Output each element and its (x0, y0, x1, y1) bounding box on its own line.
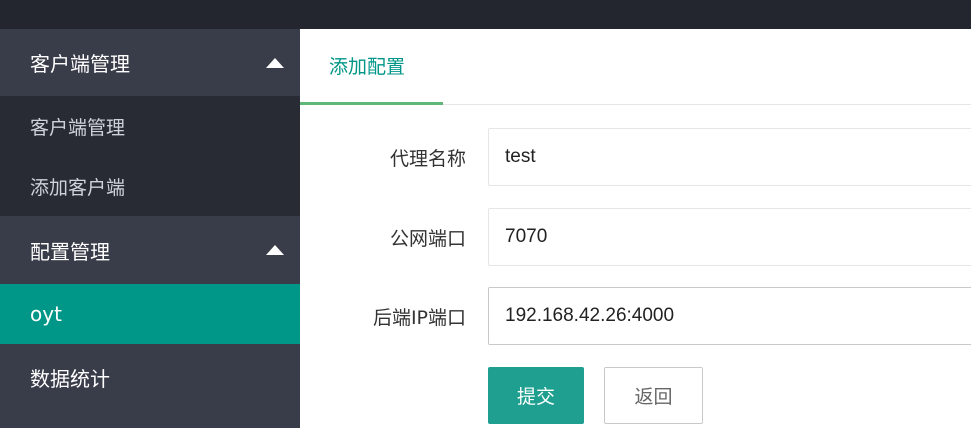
nav-group-client-management[interactable]: 客户端管理 (0, 29, 300, 96)
nav-group-label: 数据统计 (30, 367, 110, 391)
main-content: 添加配置 代理名称 公网端口 后端IP端口 提交 返回 (300, 29, 971, 428)
nav-group-statistics[interactable]: 数据统计 (0, 344, 300, 411)
sidebar-item-label: oyt (30, 302, 62, 326)
tab-bar: 添加配置 (300, 29, 971, 105)
back-button[interactable]: 返回 (604, 367, 703, 424)
proxy-name-label: 代理名称 (389, 147, 466, 170)
submenu-client-management: 客户端管理 添加客户端 (0, 96, 300, 216)
form-row-backend-ip-port: 后端IP端口 (300, 287, 971, 345)
public-port-input[interactable] (488, 208, 971, 266)
form-row-proxy-name: 代理名称 (300, 128, 971, 186)
sidebar-item-label: 客户端管理 (30, 116, 126, 139)
backend-ip-port-input[interactable] (488, 287, 971, 345)
caret-up-icon (266, 245, 284, 255)
top-header-bar (0, 0, 971, 29)
sidebar-item-add-client[interactable]: 添加客户端 (0, 156, 300, 216)
caret-up-icon (266, 57, 284, 68)
nav-group-config-management[interactable]: 配置管理 (0, 216, 300, 284)
sidebar-nav: 客户端管理 客户端管理 添加客户端 配置管理 oyt 数据统计 (0, 29, 300, 428)
nav-group-label: 客户端管理 (30, 52, 130, 76)
sidebar-item-oyt[interactable]: oyt (0, 284, 300, 344)
form-row-public-port: 公网端口 (300, 208, 971, 266)
sidebar-item-client-management[interactable]: 客户端管理 (0, 96, 300, 156)
public-port-label: 公网端口 (389, 227, 466, 250)
submit-button[interactable]: 提交 (488, 367, 584, 424)
nav-group-label: 配置管理 (30, 239, 110, 264)
tab-add-config[interactable]: 添加配置 (300, 29, 443, 105)
tab-label: 添加配置 (329, 56, 406, 78)
submenu-config-management: oyt (0, 284, 300, 344)
sidebar-item-label: 添加客户端 (30, 176, 126, 199)
proxy-name-input[interactable] (488, 128, 971, 186)
backend-ip-port-label: 后端IP端口 (372, 306, 466, 329)
